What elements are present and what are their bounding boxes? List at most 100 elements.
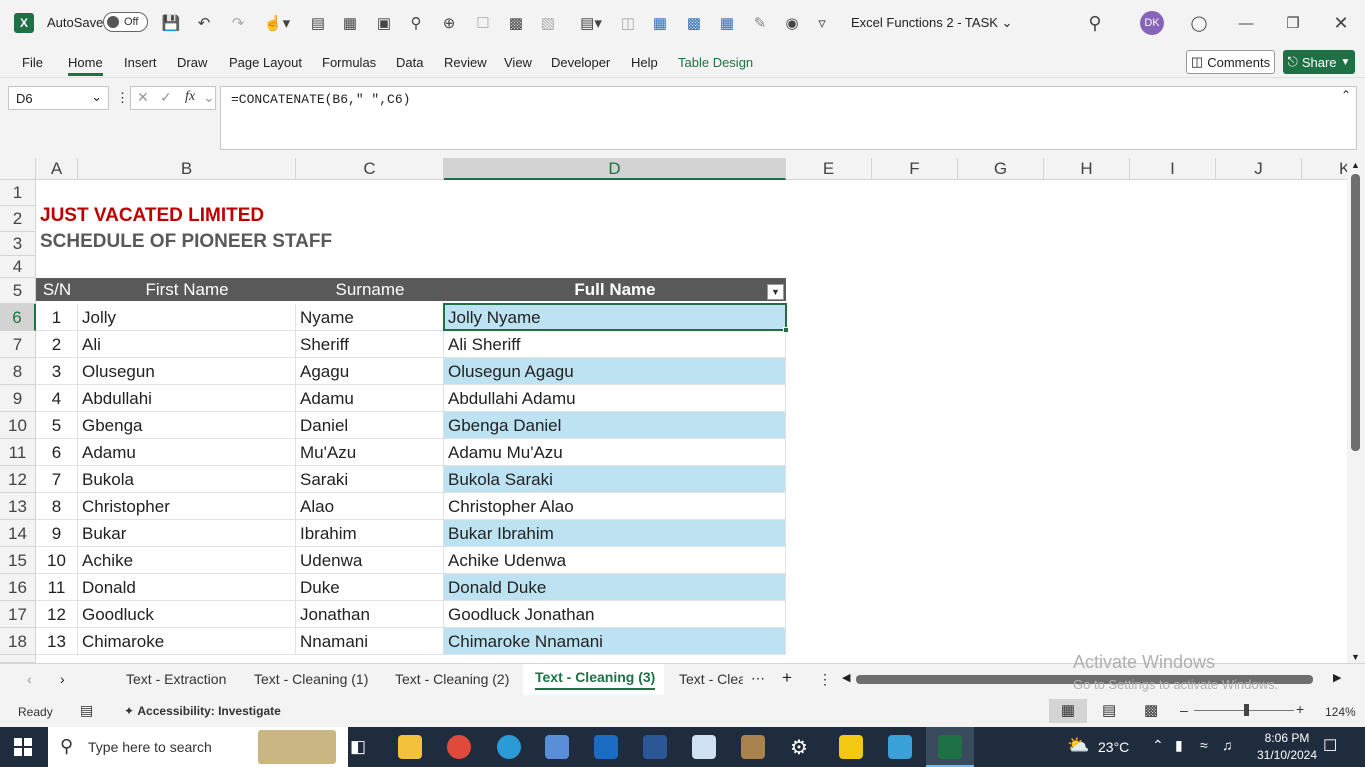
- cell-full-name[interactable]: Ali Sheriff: [444, 331, 786, 358]
- menu-page-layout[interactable]: Page Layout: [229, 55, 302, 70]
- clock-time[interactable]: 8:06 PM: [1255, 731, 1319, 745]
- page-layout-view-icon[interactable]: ▤: [1102, 701, 1116, 719]
- formula-input[interactable]: =CONCATENATE(B6," ",C6): [220, 86, 1357, 150]
- maximize-icon[interactable]: ❐: [1282, 12, 1304, 34]
- cell-full-name[interactable]: Donald Duke: [444, 574, 786, 601]
- header-sn[interactable]: S/N: [36, 278, 78, 301]
- table-icon[interactable]: ▧: [537, 12, 559, 34]
- cell-first-name[interactable]: Jolly: [78, 304, 296, 331]
- cell-sn[interactable]: 4: [36, 385, 78, 412]
- row-header[interactable]: 12: [0, 466, 36, 493]
- hscroll-right-icon[interactable]: ▶: [1333, 671, 1341, 684]
- redo-icon[interactable]: ↷: [227, 12, 249, 34]
- cell-full-name[interactable]: Olusegun Agagu: [444, 358, 786, 385]
- cell-first-name[interactable]: Gbenga: [78, 412, 296, 439]
- format-icon[interactable]: ▤▾: [575, 12, 607, 34]
- insert-chart-icon[interactable]: ▦: [716, 12, 738, 34]
- filter-dropdown-icon[interactable]: ▼: [767, 284, 784, 300]
- tab-next-icon[interactable]: ›: [60, 671, 65, 687]
- collapse-formula-icon[interactable]: ⌃: [1341, 88, 1351, 102]
- row-header[interactable]: 2: [0, 206, 36, 232]
- column-header-a[interactable]: A: [36, 158, 78, 180]
- tab-text-cleaning-3[interactable]: Text - Cleaning (3): [535, 669, 656, 690]
- store-icon[interactable]: [545, 735, 569, 759]
- zoom-in-icon[interactable]: ⊕: [438, 12, 460, 34]
- row-header[interactable]: 16: [0, 574, 36, 601]
- menu-help[interactable]: Help: [631, 55, 658, 70]
- row-header[interactable]: 14: [0, 520, 36, 547]
- touch-mode-icon[interactable]: ☝▾: [262, 12, 292, 34]
- chevron-down-icon[interactable]: ⌄: [203, 89, 215, 106]
- cell-sn[interactable]: 12: [36, 601, 78, 628]
- cell-first-name[interactable]: Adamu: [78, 439, 296, 466]
- scroll-down-icon[interactable]: ▼: [1351, 652, 1360, 662]
- zoom-out-icon[interactable]: ⚲: [405, 12, 427, 34]
- name-box[interactable]: D6 ⌄: [8, 86, 109, 110]
- draw-icon[interactable]: ✎: [749, 12, 771, 34]
- cell-sn[interactable]: 2: [36, 331, 78, 358]
- cell-first-name[interactable]: Abdullahi: [78, 385, 296, 412]
- cell-surname[interactable]: Ibrahim: [296, 520, 444, 547]
- print-preview-icon[interactable]: ▤: [307, 12, 329, 34]
- package-icon[interactable]: [741, 735, 765, 759]
- chrome-icon[interactable]: [447, 735, 471, 759]
- lightbulb-icon[interactable]: ◯: [1188, 12, 1210, 34]
- column-header-j[interactable]: J: [1216, 158, 1302, 180]
- page-break-view-icon[interactable]: ▩: [1144, 701, 1158, 719]
- row-header[interactable]: 3: [0, 232, 36, 256]
- row-header[interactable]: 6: [0, 304, 36, 331]
- select-all-corner[interactable]: [0, 158, 36, 180]
- menu-data[interactable]: Data: [396, 55, 423, 70]
- menu-formulas[interactable]: Formulas: [322, 55, 376, 70]
- cell-surname[interactable]: Duke: [296, 574, 444, 601]
- row-header[interactable]: 18: [0, 628, 36, 655]
- file-explorer-icon[interactable]: [398, 735, 422, 759]
- normal-view-icon[interactable]: ▦: [1049, 699, 1087, 723]
- menu-view[interactable]: View: [504, 55, 532, 70]
- enter-icon[interactable]: ✓: [160, 89, 172, 106]
- row-header[interactable]: 8: [0, 358, 36, 385]
- autosave-toggle[interactable]: Off: [103, 12, 148, 32]
- column-header-k[interactable]: K: [1302, 158, 1347, 180]
- row-header[interactable]: 13: [0, 493, 36, 520]
- edge-icon[interactable]: [497, 735, 521, 759]
- notifications-icon[interactable]: ☐: [1323, 736, 1337, 756]
- cell-full-name[interactable]: Christopher Alao: [444, 493, 786, 520]
- pivot-icon[interactable]: ▦: [649, 12, 671, 34]
- header-surname[interactable]: Surname: [296, 278, 444, 301]
- cell-sn[interactable]: 8: [36, 493, 78, 520]
- worksheet-grid[interactable]: A B C D E F G H I J K 1 2 3 4 5 6 7 8 9 …: [0, 158, 1347, 663]
- power-bi-icon[interactable]: [839, 735, 863, 759]
- cell-full-name[interactable]: Gbenga Daniel: [444, 412, 786, 439]
- cell-surname[interactable]: Sheriff: [296, 331, 444, 358]
- more-tabs-icon[interactable]: ⋯: [751, 670, 765, 687]
- customize-qat-icon[interactable]: ▿: [813, 12, 831, 34]
- cell-surname[interactable]: Udenwa: [296, 547, 444, 574]
- zoom-out-button[interactable]: –: [1180, 702, 1188, 718]
- column-header-c[interactable]: C: [296, 158, 444, 180]
- avatar[interactable]: DK: [1140, 11, 1164, 35]
- tab-text-extraction[interactable]: Text - Extraction: [126, 671, 226, 687]
- cell-first-name[interactable]: Donald: [78, 574, 296, 601]
- show-hidden-icons-icon[interactable]: ⌃: [1152, 737, 1164, 754]
- vertical-scrollbar[interactable]: ▲ ▼: [1347, 158, 1365, 663]
- cell-surname[interactable]: Saraki: [296, 466, 444, 493]
- cell-first-name[interactable]: Ali: [78, 331, 296, 358]
- weather-icon[interactable]: ⛅: [1067, 735, 1089, 756]
- wifi-icon[interactable]: ≈: [1200, 737, 1208, 753]
- cell-sn[interactable]: 13: [36, 628, 78, 655]
- cell-sn[interactable]: 10: [36, 547, 78, 574]
- menu-draw[interactable]: Draw: [177, 55, 207, 70]
- cell-full-name[interactable]: Adamu Mu'Azu: [444, 439, 786, 466]
- add-sheet-icon[interactable]: +: [782, 668, 792, 688]
- tab-options-icon[interactable]: ⋮: [818, 671, 832, 688]
- macro-record-icon[interactable]: ▤: [80, 702, 93, 719]
- cell-surname[interactable]: Adamu: [296, 385, 444, 412]
- hscroll-left-icon[interactable]: ◀: [842, 671, 850, 684]
- cell-sn[interactable]: 1: [36, 304, 78, 331]
- cell-surname[interactable]: Alao: [296, 493, 444, 520]
- share-doc-icon[interactable]: ☐: [472, 12, 494, 34]
- notepad-icon[interactable]: [692, 735, 716, 759]
- share-button[interactable]: ⎋ Share ▼: [1283, 50, 1355, 74]
- schedule-subtitle[interactable]: SCHEDULE OF PIONEER STAFF: [40, 231, 332, 253]
